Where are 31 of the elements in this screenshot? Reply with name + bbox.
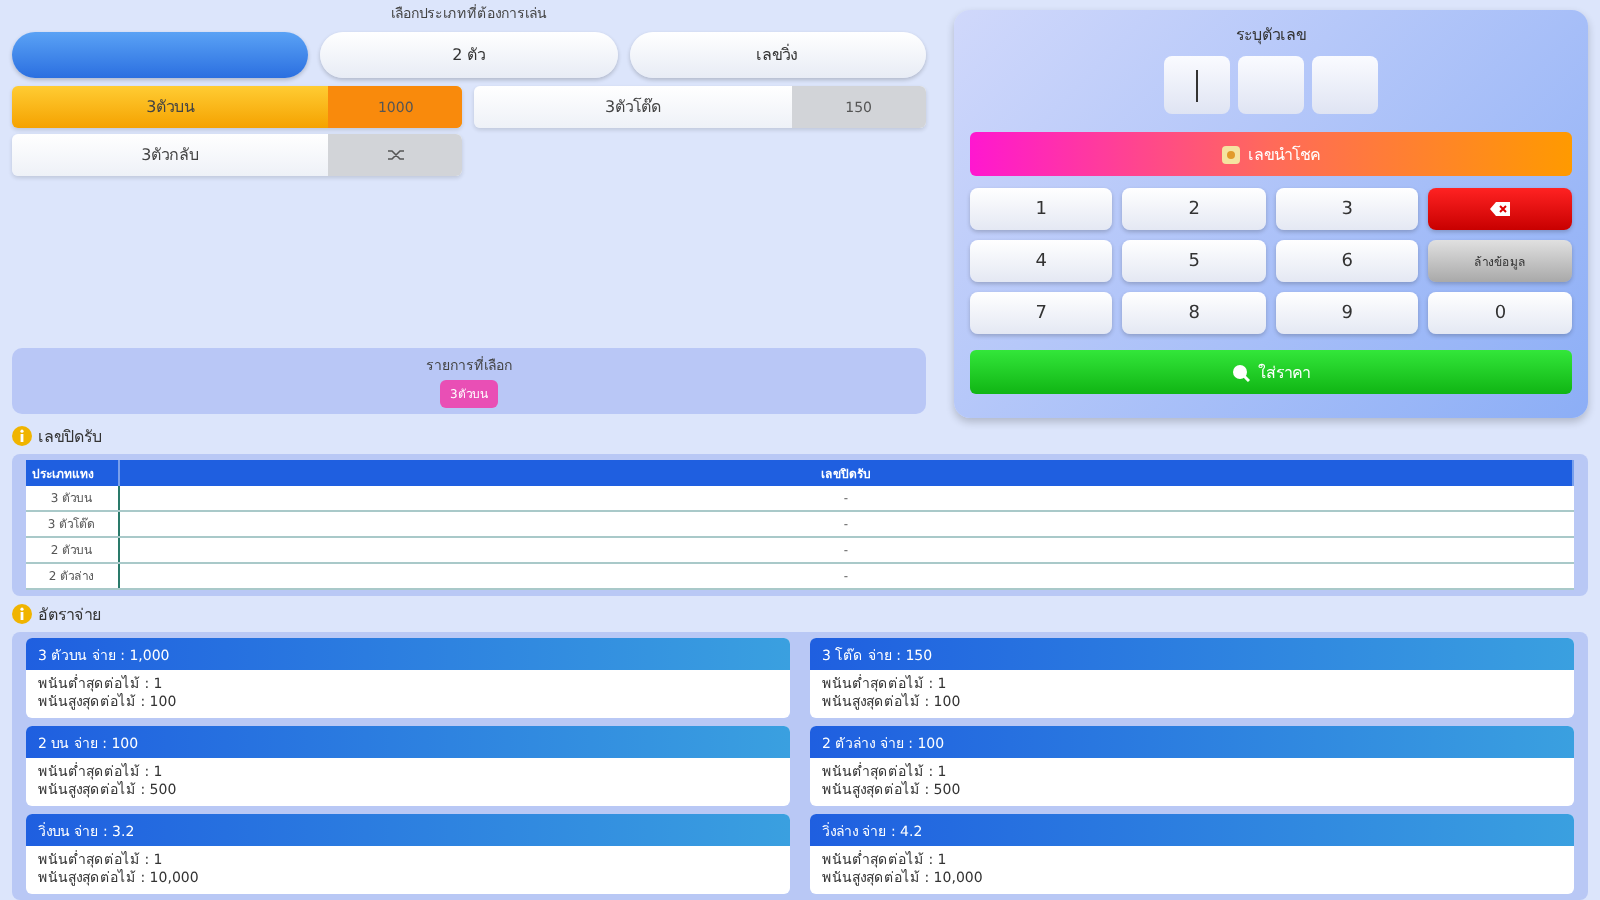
search-icon	[1231, 363, 1250, 381]
bet-option-label[interactable]: 3ตัวบน	[12, 86, 329, 128]
keypad-key[interactable]: 4	[969, 240, 1113, 282]
info-icon	[12, 604, 32, 624]
shuffle-icon	[387, 148, 404, 162]
section-heading: อัตราจ่าย	[38, 603, 102, 627]
digit-field[interactable]	[1163, 56, 1230, 114]
keypad-key[interactable]: 2	[1122, 188, 1266, 230]
number-entry-title: ระบุตัวเลข	[1233, 24, 1308, 48]
bet-type-tab[interactable]	[12, 32, 309, 78]
keypad-key[interactable]: 8	[1122, 292, 1266, 334]
bet-type-tab[interactable]: 2 ตัว	[320, 32, 618, 78]
digit-field[interactable]	[1237, 56, 1304, 114]
keypad-key[interactable]: 1	[969, 188, 1113, 230]
bet-type-tab[interactable]: เลขวิ่ง	[629, 32, 926, 78]
bet-option-label[interactable]: 3ตัวกลับ	[12, 134, 329, 176]
keypad-key[interactable]: 0	[1428, 292, 1572, 334]
backspace-icon	[1490, 202, 1511, 216]
bet-option-label[interactable]: 3ตัวโต๊ด	[474, 86, 792, 128]
info-icon	[12, 426, 32, 446]
shuffle-button[interactable]	[328, 134, 463, 176]
keypad-key[interactable]: 5	[1122, 240, 1266, 282]
keypad-key[interactable]: 6	[1275, 240, 1419, 282]
keypad-key[interactable]: 7	[969, 292, 1113, 334]
ticket-icon	[1221, 145, 1240, 163]
backspace-button[interactable]	[1428, 188, 1572, 230]
keypad-key[interactable]: 3	[1275, 188, 1419, 230]
keypad-key[interactable]: 9	[1275, 292, 1419, 334]
bet-option[interactable]: 3ตัวกลับ	[12, 134, 463, 176]
section-heading: เลขปิดรับ	[38, 425, 102, 449]
digit-field[interactable]	[1311, 56, 1378, 114]
